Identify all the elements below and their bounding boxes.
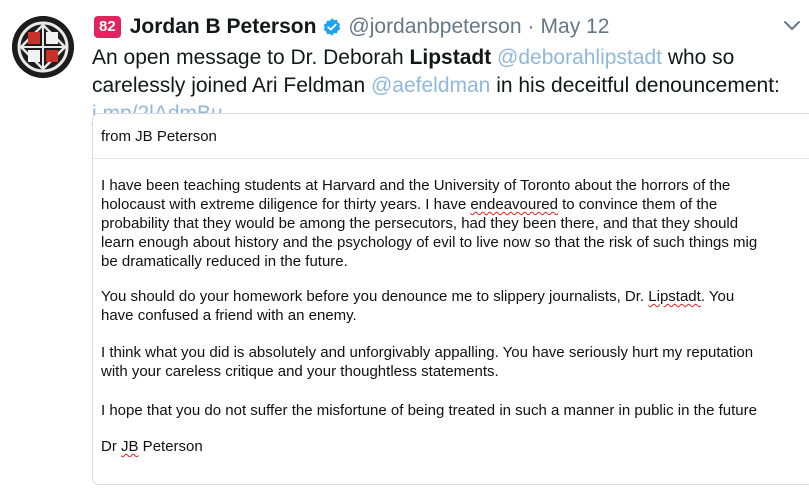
signature: Dr JB Peterson — [101, 438, 203, 455]
paragraph-3: I think what you did is absolutely and u… — [101, 344, 754, 380]
verified-badge-icon — [324, 18, 341, 36]
chevron-down-icon[interactable] — [782, 18, 802, 34]
spellcheck-word: Lipstadt — [648, 288, 701, 305]
avatar-logo — [12, 16, 74, 78]
notification-badge[interactable]: 82 — [94, 16, 121, 38]
from-line: from JB Peterson — [101, 128, 217, 145]
spellcheck-word: JB — [121, 438, 139, 455]
paragraph-2: You should do your homework before you d… — [101, 288, 735, 324]
author-handle[interactable]: @jordanbpeterson — [348, 15, 521, 39]
tweet-date[interactable]: May 12 — [541, 15, 610, 39]
paragraph-1: I have been teaching students at Harvard… — [101, 177, 758, 270]
mention-deborahlipstadt[interactable]: @deborahlipstadt — [497, 46, 662, 69]
paragraph-4: I hope that you do not suffer the misfor… — [101, 402, 757, 419]
avatar[interactable] — [12, 16, 74, 78]
bold-name: Lipstadt — [409, 46, 492, 69]
spellcheck-word: endeavoured — [470, 196, 558, 213]
attached-image-card[interactable]: from JB Peterson I have been teaching st… — [92, 113, 809, 485]
mention-aefeldman[interactable]: @aefeldman — [371, 74, 490, 97]
separator: · — [527, 15, 535, 38]
tweet-header: 82 Jordan B Peterson @jordanbpeterson · … — [94, 10, 609, 44]
author-name[interactable]: Jordan B Peterson — [130, 15, 317, 39]
